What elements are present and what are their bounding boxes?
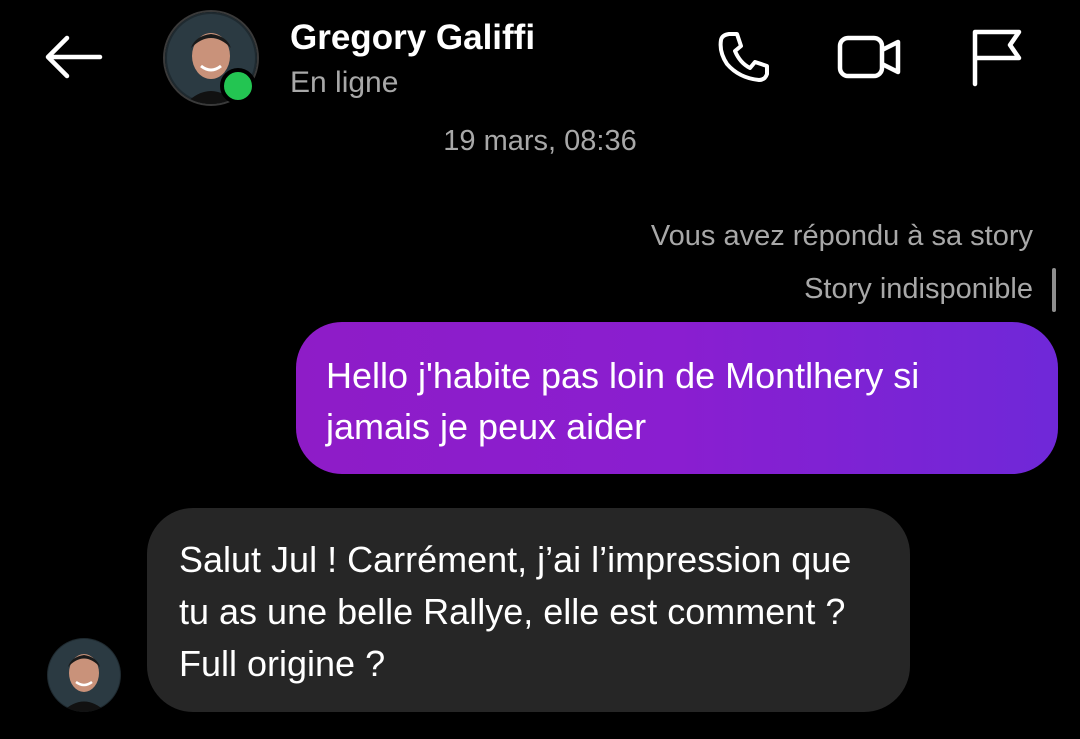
flag-icon: [972, 29, 1022, 87]
story-unavailable-label: Story indisponible: [804, 273, 1033, 305]
back-arrow-icon: [45, 35, 103, 79]
message-timestamp: 19 mars, 08:36: [443, 125, 637, 157]
contact-small-avatar[interactable]: [47, 638, 121, 712]
avatar-photo: [47, 638, 121, 712]
video-call-button[interactable]: [834, 22, 904, 92]
online-status-indicator: [220, 68, 256, 104]
video-camera-icon: [837, 35, 901, 79]
story-reply-note: Vous avez répondu à sa story: [650, 220, 1033, 252]
sent-message-bubble[interactable]: Hello j'habite pas loin de Montlhery si …: [296, 322, 1058, 474]
call-button[interactable]: [709, 22, 779, 92]
back-button[interactable]: [40, 30, 106, 84]
phone-icon: [718, 32, 769, 82]
chat-header: Gregory Galiffi En ligne: [0, 0, 1080, 115]
received-message-bubble[interactable]: Salut Jul ! Carrément, j’ai l’impression…: [147, 508, 910, 712]
story-reply-bar: [1052, 268, 1056, 312]
contact-name[interactable]: Gregory Galiffi: [290, 18, 535, 58]
report-button[interactable]: [960, 22, 1030, 92]
contact-status: En ligne: [290, 66, 399, 99]
